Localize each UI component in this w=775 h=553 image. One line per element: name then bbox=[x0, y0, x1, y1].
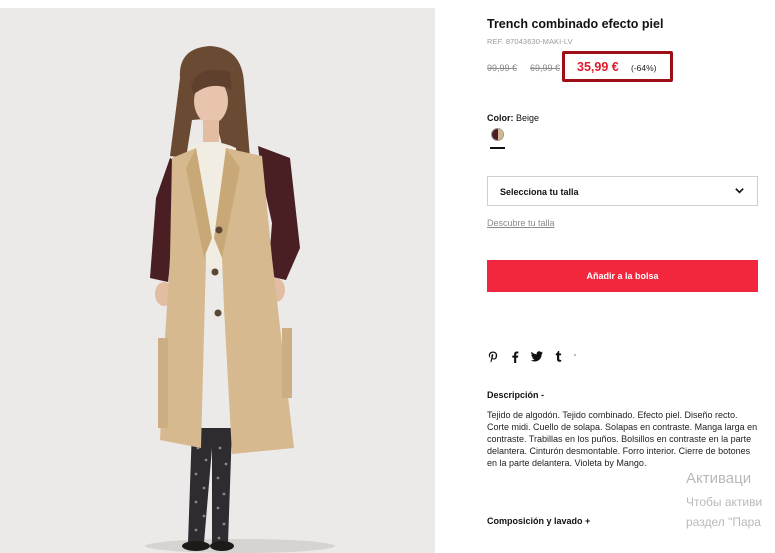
description-heading[interactable]: Descripción - bbox=[487, 390, 544, 400]
description-text: Tejido de algodón. Tejido combinado. Efe… bbox=[487, 410, 758, 469]
twitter-icon[interactable] bbox=[530, 351, 543, 366]
selected-swatch-indicator bbox=[490, 147, 505, 149]
more-share-icon[interactable]: ' bbox=[574, 351, 576, 365]
pinterest-icon[interactable] bbox=[488, 351, 498, 367]
sale-price-highlight: 35,99 € (-64%) bbox=[562, 51, 673, 82]
color-label-row: Color: Beige bbox=[487, 113, 539, 123]
original-price: 99,99 € bbox=[487, 63, 518, 73]
discount-badge: (-64%) bbox=[631, 63, 657, 73]
color-label: Color: bbox=[487, 113, 514, 123]
product-title: Trench combinado efecto piel bbox=[487, 17, 664, 31]
size-select[interactable]: Selecciona tu talla bbox=[487, 176, 758, 206]
product-image[interactable] bbox=[0, 8, 435, 553]
sale-price: 35,99 € bbox=[577, 60, 619, 74]
facebook-icon[interactable] bbox=[511, 351, 519, 367]
chevron-down-icon bbox=[735, 188, 744, 194]
tumblr-icon[interactable] bbox=[555, 351, 562, 366]
product-info-panel: Trench combinado efecto piel REF. 870436… bbox=[487, 0, 775, 553]
previous-price: 69,99 € bbox=[530, 63, 561, 73]
color-swatch-beige[interactable] bbox=[491, 128, 504, 141]
add-to-bag-button[interactable]: Añadir a la bolsa bbox=[487, 260, 758, 292]
size-select-label: Selecciona tu talla bbox=[500, 187, 579, 197]
composition-toggle[interactable]: Composición y lavado + bbox=[487, 516, 590, 526]
color-value: Beige bbox=[516, 113, 540, 123]
model-illustration bbox=[0, 8, 435, 553]
product-reference: REF. 87043630-MAKI-LV bbox=[487, 37, 573, 46]
size-guide-link[interactable]: Descubre tu talla bbox=[487, 218, 555, 228]
